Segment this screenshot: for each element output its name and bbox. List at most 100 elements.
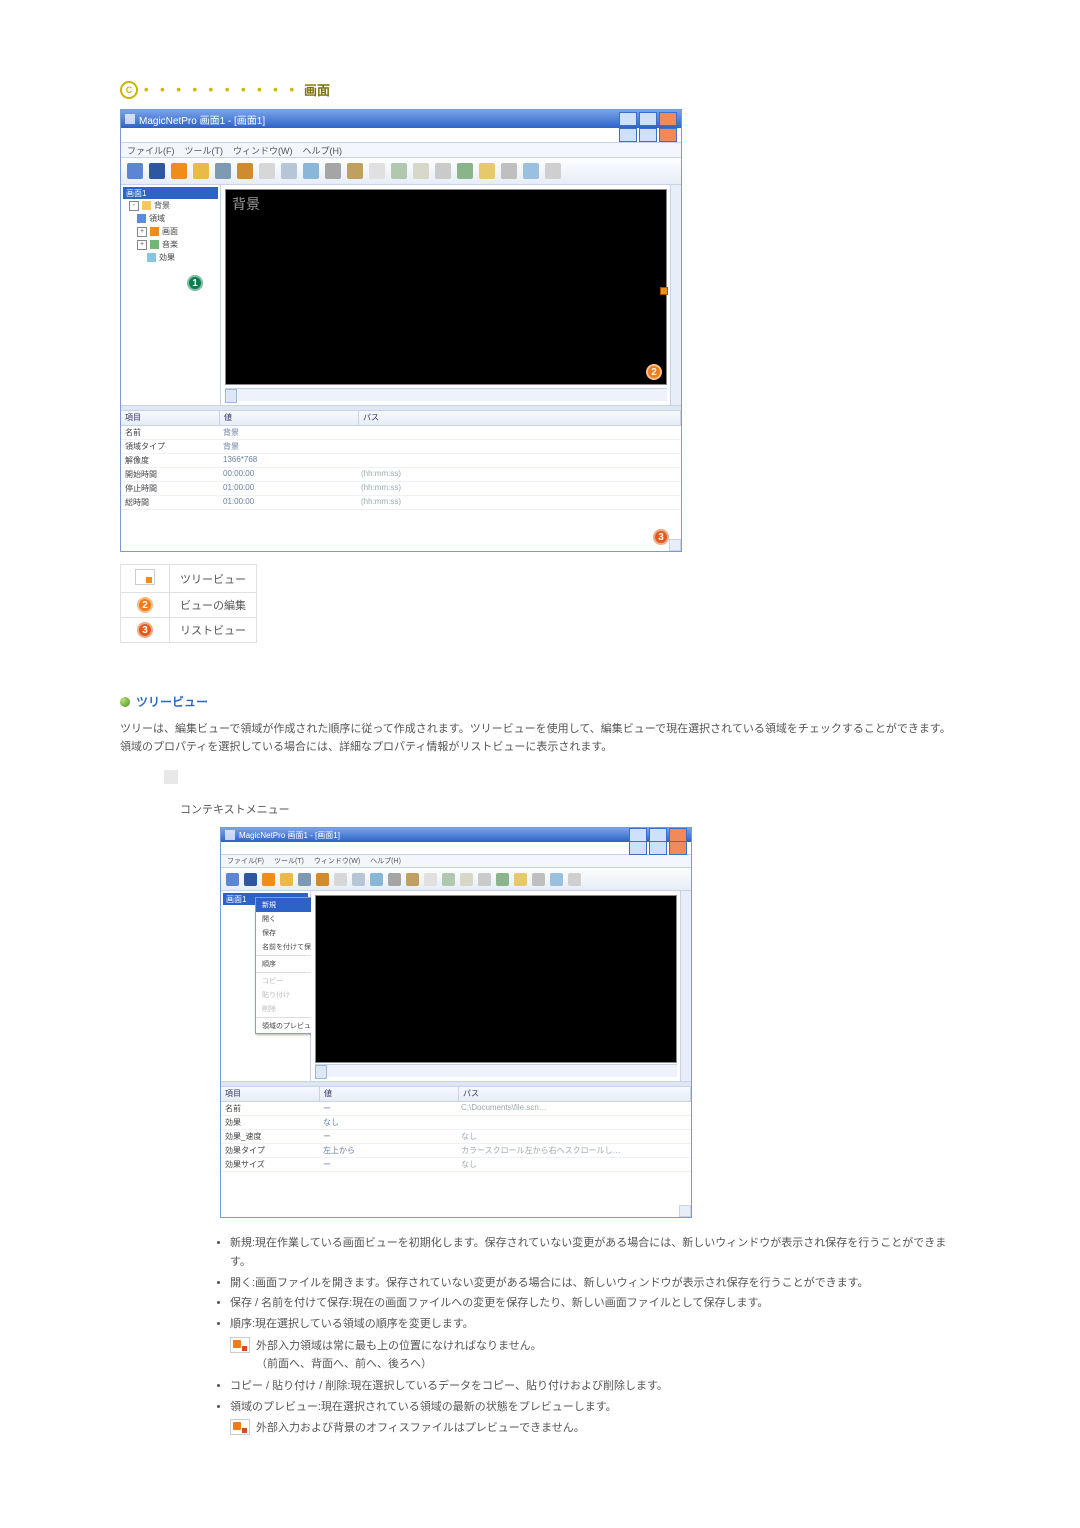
toolbar-icon[interactable] [424, 873, 437, 886]
tree-twisty-icon[interactable]: - [129, 201, 139, 211]
toolbar-icon[interactable] [568, 873, 581, 886]
tree-node[interactable]: -背景 [123, 199, 218, 212]
toolbar-icon[interactable] [370, 873, 383, 886]
toolbar-icon[interactable] [280, 873, 293, 886]
menu-window[interactable]: ウィンドウ(W) [233, 144, 293, 157]
tree-twisty-icon[interactable]: + [137, 227, 147, 237]
mdi-close-button[interactable] [659, 128, 677, 142]
list-row[interactable]: 効果タイプ左上からカラースクロール左から右へスクロールし… [221, 1144, 691, 1158]
maximize-button[interactable] [649, 828, 667, 842]
callout-badge-1: 1 [187, 275, 203, 291]
menu-help[interactable]: ヘルプ(H) [303, 144, 343, 157]
toolbar-icon[interactable] [501, 163, 517, 179]
mdi-close-button[interactable] [669, 841, 687, 855]
toolbar-icon[interactable] [406, 873, 419, 886]
tree-node[interactable]: + 画面 [123, 225, 218, 238]
toolbar-icon[interactable] [347, 163, 363, 179]
col-header[interactable]: パス [459, 1087, 691, 1101]
toolbar-icon[interactable] [545, 163, 561, 179]
close-button[interactable] [669, 828, 687, 842]
window-title: MagicNetPro 画面1 - [画面1] [139, 112, 265, 127]
toolbar-icon[interactable] [352, 873, 365, 886]
scroll-thumb[interactable] [315, 1065, 327, 1079]
toolbar-icon[interactable] [149, 163, 165, 179]
toolbar-icon[interactable] [460, 873, 473, 886]
toolbar-icon[interactable] [334, 873, 347, 886]
warning-text: （前面へ、背面へ、前へ、後ろへ） [256, 1355, 542, 1374]
toolbar-icon[interactable] [457, 163, 473, 179]
toolbar-icon[interactable] [479, 163, 495, 179]
menu-file[interactable]: ファイル(F) [227, 856, 264, 866]
list-row[interactable]: 効果なし [221, 1116, 691, 1130]
cell: 背景 [219, 440, 357, 453]
toolbar-icon[interactable] [303, 163, 319, 179]
mdi-restore-button[interactable] [649, 841, 667, 855]
toolbar-icon[interactable] [388, 873, 401, 886]
toolbar-icon[interactable] [514, 873, 527, 886]
menu-file[interactable]: ファイル(F) [127, 144, 175, 157]
toolbar-icon[interactable] [316, 873, 329, 886]
tree-node[interactable]: 効果 [123, 251, 218, 264]
list-row[interactable]: 名前ーC:\Documents\file.scn… [221, 1102, 691, 1116]
toolbar-icon[interactable] [391, 163, 407, 179]
toolbar-icon[interactable] [262, 873, 275, 886]
toolbar-icon[interactable] [532, 873, 545, 886]
toolbar-icon[interactable] [226, 873, 239, 886]
list-row[interactable]: 総時間01:00:00(hh:mm:ss) [121, 496, 681, 510]
toolbar-icon[interactable] [442, 873, 455, 886]
list-row[interactable]: 名前背景 [121, 426, 681, 440]
horizontal-scrollbar[interactable] [225, 388, 667, 401]
canvas[interactable]: 背景 2 [225, 189, 667, 385]
menu-tool[interactable]: ツール(T) [274, 856, 304, 866]
resize-handle-icon[interactable] [660, 287, 668, 295]
toolbar-icon[interactable] [298, 873, 311, 886]
toolbar-icon[interactable] [237, 163, 253, 179]
menu-tool[interactable]: ツール(T) [185, 144, 224, 157]
toolbar-icon[interactable] [281, 163, 297, 179]
toolbar-icon[interactable] [523, 163, 539, 179]
list-row[interactable]: 開始時間00:00:00(hh:mm:ss) [121, 468, 681, 482]
vertical-scrollbar[interactable] [670, 185, 681, 405]
col-header[interactable]: 値 [220, 411, 359, 425]
toolbar-icon[interactable] [435, 163, 451, 179]
menu-help[interactable]: ヘルプ(H) [370, 856, 401, 866]
mdi-minimize-button[interactable] [619, 128, 637, 142]
toolbar-icon[interactable] [478, 873, 491, 886]
tree-twisty-icon[interactable]: + [137, 240, 147, 250]
toolbar-icon[interactable] [193, 163, 209, 179]
canvas[interactable] [315, 895, 677, 1063]
close-button[interactable] [659, 112, 677, 126]
minimize-button[interactable] [619, 112, 637, 126]
col-header[interactable]: 項目 [121, 411, 220, 425]
vertical-scrollbar[interactable] [680, 891, 691, 1081]
toolbar-icon[interactable] [413, 163, 429, 179]
toolbar-icon[interactable] [215, 163, 231, 179]
tree-node[interactable]: 領域 [123, 212, 218, 225]
mdi-restore-button[interactable] [639, 128, 657, 142]
toolbar-icon[interactable] [171, 163, 187, 179]
toolbar-icon[interactable] [244, 873, 257, 886]
tree-node[interactable]: +音楽 [123, 238, 218, 251]
toolbar-icon[interactable] [127, 163, 143, 179]
list-row[interactable]: 解像度1366*768 [121, 454, 681, 468]
scroll-thumb[interactable] [225, 389, 237, 403]
toolbar-icon[interactable] [496, 873, 509, 886]
list-row[interactable]: 効果_速度ーなし [221, 1130, 691, 1144]
col-header[interactable]: パス [359, 411, 681, 425]
maximize-button[interactable] [639, 112, 657, 126]
toolbar-icon[interactable] [369, 163, 385, 179]
tree-label: 画面 [162, 226, 178, 237]
toolbar-icon[interactable] [259, 163, 275, 179]
toolbar-icon[interactable] [325, 163, 341, 179]
mdi-minimize-button[interactable] [629, 841, 647, 855]
list-row[interactable]: 停止時間01:00:00(hh:mm:ss) [121, 482, 681, 496]
horizontal-scrollbar[interactable] [315, 1064, 677, 1077]
col-header[interactable]: 項目 [221, 1087, 320, 1101]
bullet-dot-icon [120, 697, 130, 707]
menu-window[interactable]: ウィンドウ(W) [314, 856, 360, 866]
list-row[interactable]: 領域タイプ背景 [121, 440, 681, 454]
minimize-button[interactable] [629, 828, 647, 842]
toolbar-icon[interactable] [550, 873, 563, 886]
col-header[interactable]: 値 [320, 1087, 459, 1101]
list-row[interactable]: 効果サイズーなし [221, 1158, 691, 1172]
